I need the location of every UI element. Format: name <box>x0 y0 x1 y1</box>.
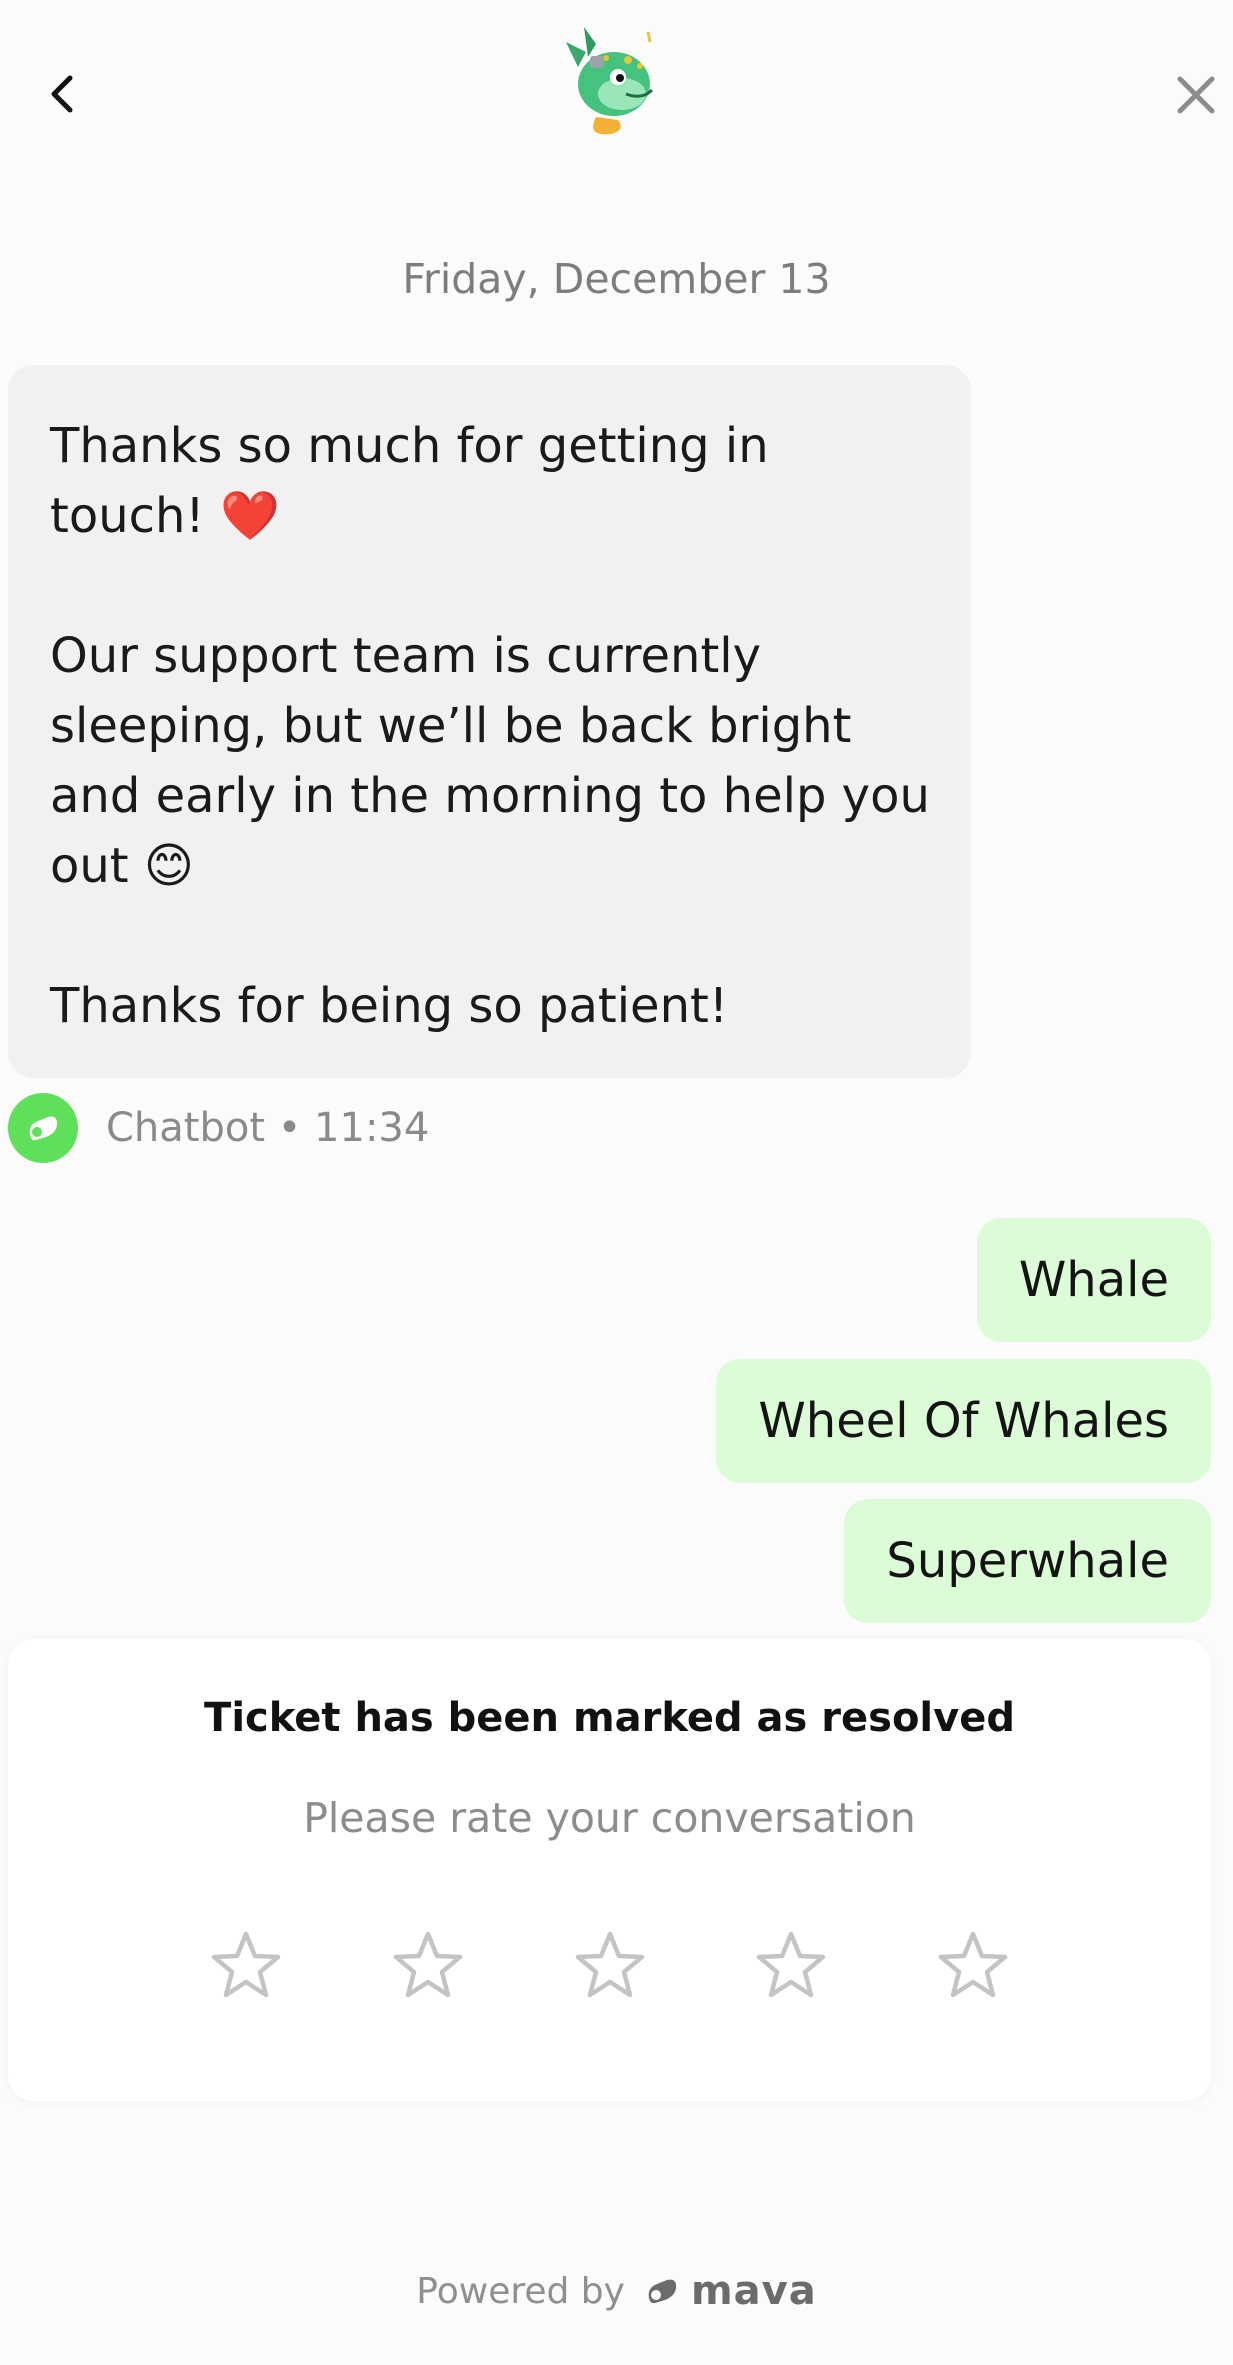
user-message-bubble: Wheel Of Whales <box>716 1359 1211 1483</box>
chat-header <box>0 0 1233 190</box>
conversation-date: Friday, December 13 <box>402 255 831 303</box>
resolved-rating-card: Ticket has been marked as resolved Pleas… <box>8 1639 1211 2101</box>
mava-logo-icon <box>29 1116 58 1141</box>
star-icon <box>211 1931 281 1998</box>
smile-emoji: 😊 <box>143 838 194 894</box>
star-4-button[interactable] <box>755 1929 827 2001</box>
user-message-bubble: Superwhale <box>844 1499 1211 1623</box>
whale-mascot-logo <box>556 22 668 140</box>
star-3-button[interactable] <box>574 1929 646 2001</box>
bot-message-paragraph: Our support team is currently sleeping, … <box>50 621 931 901</box>
bot-message-paragraph: Thanks for being so patient! <box>50 978 729 1034</box>
message-sender-time: Chatbot • 11:34 <box>106 1105 430 1151</box>
star-icon <box>575 1931 645 1998</box>
resolved-title: Ticket has been marked as resolved <box>204 1695 1015 1741</box>
star-icon <box>938 1931 1008 1998</box>
star-icon <box>393 1931 463 1998</box>
chatbot-avatar <box>8 1093 78 1163</box>
back-button[interactable] <box>38 70 86 118</box>
close-button[interactable] <box>1171 70 1221 120</box>
bot-message-bubble: Thanks so much for getting in touch! ❤️ … <box>8 365 971 1078</box>
heart-emoji: ❤️ <box>219 488 280 544</box>
chevron-left-icon <box>51 75 73 113</box>
star-5-button[interactable] <box>937 1929 1009 2001</box>
brand-name: mava <box>690 2268 817 2314</box>
star-rating <box>8 1929 1211 2001</box>
mava-brand-link[interactable]: mava <box>645 2268 817 2314</box>
user-message-bubble: Whale <box>976 1218 1211 1342</box>
close-icon <box>1177 76 1215 114</box>
message-meta: Chatbot • 11:34 <box>8 1093 429 1163</box>
powered-by-footer: Powered by mava <box>0 2268 1233 2314</box>
star-2-button[interactable] <box>392 1929 464 2001</box>
rating-prompt: Please rate your conversation <box>303 1794 916 1842</box>
star-1-button[interactable] <box>210 1929 282 2001</box>
powered-by-label: Powered by <box>416 2270 625 2312</box>
mava-logo-icon <box>648 2279 677 2304</box>
bot-message-paragraph: Thanks so much for getting in touch! ❤️ <box>50 418 769 544</box>
star-icon <box>756 1931 826 1998</box>
